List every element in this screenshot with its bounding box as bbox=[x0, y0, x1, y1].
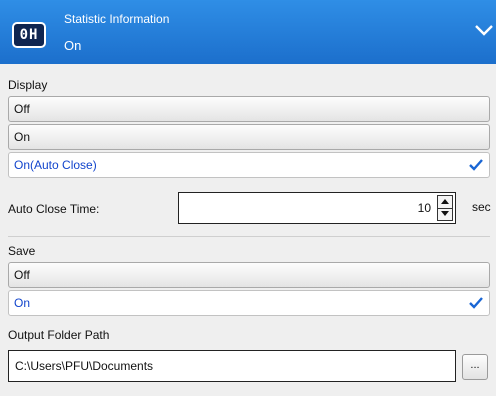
section-current-value: On bbox=[64, 38, 82, 53]
browse-button[interactable]: ... bbox=[462, 354, 488, 380]
statistic-counter-icon: 0H bbox=[12, 22, 46, 48]
auto-close-time-unit: sec bbox=[472, 200, 491, 214]
auto-close-time-label: Auto Close Time: bbox=[8, 202, 100, 216]
display-label: Display bbox=[8, 78, 48, 92]
auto-close-time-input[interactable]: 10 bbox=[178, 192, 456, 224]
chevron-down-icon[interactable] bbox=[472, 18, 496, 42]
section-header[interactable]: 0H Statistic Information On bbox=[0, 0, 496, 64]
save-option-on[interactable]: On bbox=[8, 290, 490, 316]
option-label: On(Auto Close) bbox=[14, 158, 97, 172]
display-option-on[interactable]: On bbox=[8, 124, 490, 150]
settings-panel: Display Off On On(Auto Close) Auto Close… bbox=[0, 64, 496, 396]
checkmark-icon bbox=[469, 297, 483, 309]
auto-close-time-value: 10 bbox=[417, 201, 431, 215]
option-label: Off bbox=[14, 102, 30, 116]
display-option-off[interactable]: Off bbox=[8, 96, 490, 122]
save-label: Save bbox=[8, 244, 36, 258]
option-label: Off bbox=[14, 268, 30, 282]
section-title: Statistic Information bbox=[64, 12, 170, 26]
option-label: On bbox=[14, 130, 31, 144]
option-label: On bbox=[14, 296, 31, 310]
divider bbox=[8, 236, 490, 237]
spin-down-icon[interactable] bbox=[438, 208, 452, 220]
display-option-on-auto-close[interactable]: On(Auto Close) bbox=[8, 152, 490, 178]
checkmark-icon bbox=[469, 159, 483, 171]
save-option-off[interactable]: Off bbox=[8, 262, 490, 288]
output-folder-path-label: Output Folder Path bbox=[8, 328, 110, 342]
auto-close-time-spinner[interactable] bbox=[437, 195, 453, 221]
output-folder-path-input[interactable]: C:\Users\PFU\Documents bbox=[8, 350, 456, 382]
